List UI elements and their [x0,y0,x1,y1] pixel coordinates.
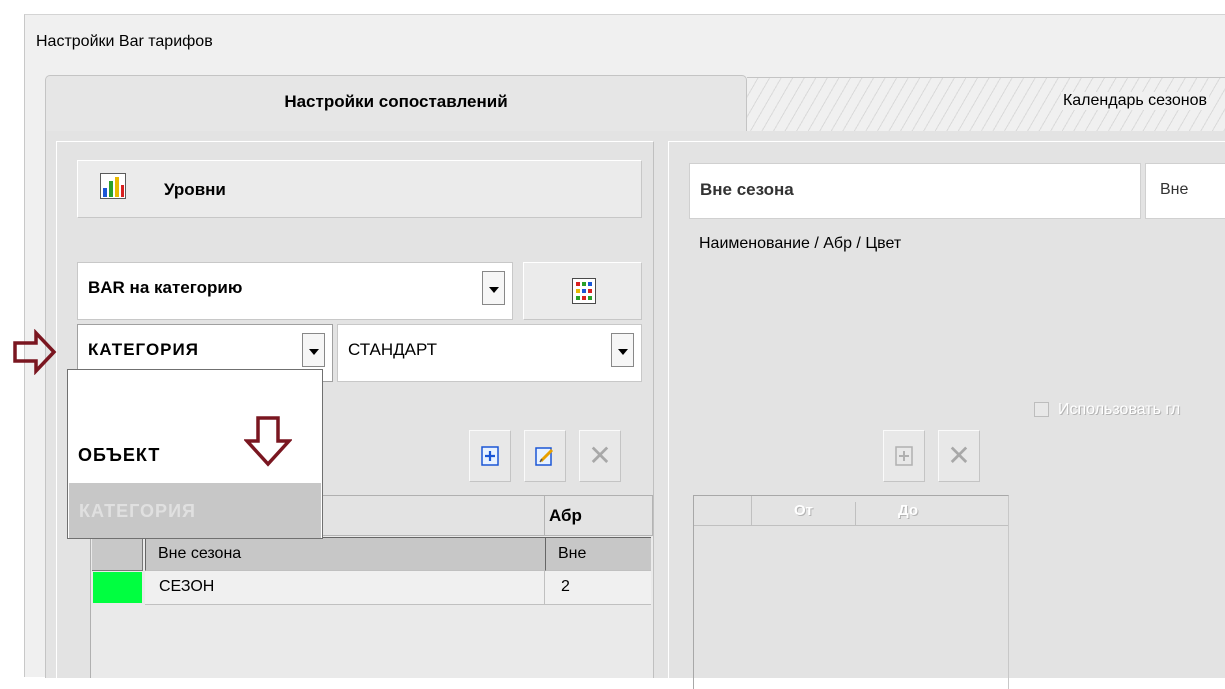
row-color-swatch [92,537,143,571]
row-name: Вне сезона [145,537,545,571]
season-name-value: Вне сезона [700,180,794,199]
standard-value: СТАНДАРТ [348,340,437,359]
tab-season-calendar-label: Календарь сезонов [1060,92,1209,110]
delete-button[interactable]: ✕ [579,430,621,482]
tab-season-calendar[interactable]: Календарь сезонов [747,77,1225,131]
fields-label: Наименование / Абр / Цвет [699,235,902,252]
row-name: СЕЗОН [145,571,545,605]
season-name-field[interactable]: Вне сезона [689,163,1141,219]
dates-header: От До [694,496,1008,526]
edit-button[interactable] [524,430,566,482]
abbr-column-header: Абр [545,496,653,536]
use-global-checkbox[interactable]: Использовать гл [1034,400,1225,420]
add-document-icon [895,446,913,466]
add-document-icon [481,446,499,466]
right-arrow-annotation [13,329,57,375]
bar-chart-icon [100,173,126,199]
bar-mode-select[interactable]: BAR на категорию [77,262,513,320]
dropdown-option-category-label: КАТЕГОРИЯ [79,501,196,521]
table-row[interactable]: СЕЗОН 2 [91,571,651,605]
delete-date-button: ✕ [938,430,980,482]
bar-tariffs-window: Настройки Bar тарифов Настройки сопостав… [13,14,1225,689]
close-icon: ✕ [588,439,612,472]
tab-mapping-settings-label: Настройки сопоставлений [284,92,508,111]
dropdown-option-category[interactable]: КАТЕГОРИЯ [69,483,321,538]
tab-bar: Настройки сопоставлений Календарь сезоно… [45,75,1225,131]
chevron-down-icon[interactable] [302,333,325,367]
add-button[interactable] [469,430,511,482]
season-abbr-value: Вне [1160,181,1189,198]
bar-mode-value: BAR на категорию [88,278,243,297]
close-icon: ✕ [947,439,971,472]
table-row[interactable]: Вне сезона Вне [91,537,651,571]
color-grid-button[interactable] [523,262,642,320]
row-abbr: Вне [545,537,651,571]
header-spacer [694,496,752,526]
chevron-down-icon[interactable] [611,333,634,367]
from-column-header: От [752,502,856,526]
row-color-swatch [93,572,142,603]
row-abbr: 2 [545,571,651,605]
window-title: Настройки Bar тарифов [36,33,213,50]
checkbox-box [1034,402,1049,417]
abbr-column-label: Абр [549,506,582,525]
color-grid-icon [572,278,596,304]
standard-select[interactable]: СТАНДАРТ [337,324,642,382]
right-panel: Вне сезона Вне Наименование / Абр / Цвет… [668,141,1225,689]
use-global-label: Использовать гл [1058,401,1181,418]
down-arrow-annotation [244,416,292,467]
to-column-header: До [897,502,919,519]
season-abbr-field[interactable]: Вне [1145,163,1225,219]
level-type-dropdown: ОБЪЕКТ КАТЕГОРИЯ [67,369,323,539]
levels-button[interactable]: Уровни [77,160,642,218]
tab-mapping-settings[interactable]: Настройки сопоставлений [45,75,747,131]
chevron-down-icon[interactable] [482,271,505,305]
add-date-button [883,430,925,482]
level-type-value: КАТЕГОРИЯ [88,340,199,359]
dropdown-option-object[interactable]: ОБЪЕКТ [78,445,160,466]
levels-label: Уровни [164,180,226,199]
edit-document-icon [535,447,554,466]
dates-table: От До [693,495,1009,689]
